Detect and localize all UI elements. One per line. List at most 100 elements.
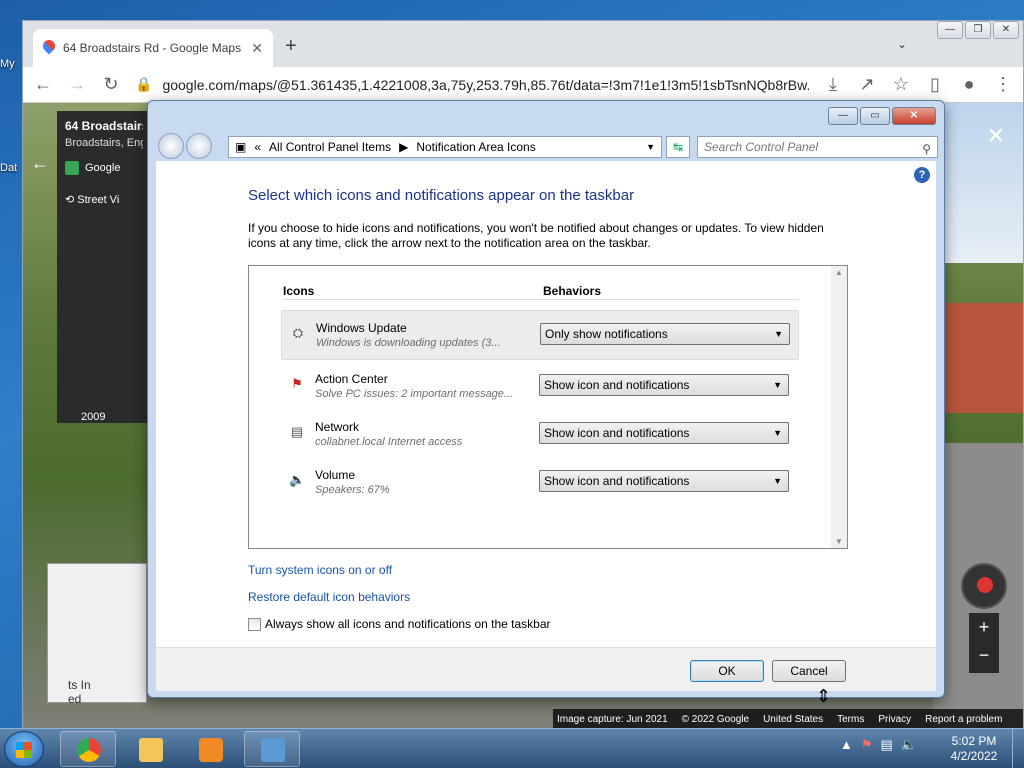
windows-update-icon: ⛭	[292, 325, 304, 340]
close-button[interactable]: ✕	[993, 21, 1019, 39]
menu-icon[interactable]: ⋮	[993, 74, 1013, 95]
action-center-flag-icon[interactable]: ⚑	[861, 737, 873, 753]
list-item[interactable]: ⚑ Action Center Solve PC issues: 2 impor…	[281, 362, 799, 412]
list-item[interactable]: 🔈 Volume Speakers: 67% Show icon and not…	[281, 458, 799, 508]
taskbar-chrome[interactable]	[60, 731, 116, 767]
show-desktop-button[interactable]	[1012, 729, 1024, 768]
always-show-checkbox[interactable]	[248, 617, 261, 631]
breadcrumb-overflow[interactable]: «	[254, 140, 261, 154]
taskbar-media-player[interactable]	[182, 731, 238, 767]
footer-item[interactable]: Terms	[837, 714, 864, 725]
back-arrow-icon[interactable]: ←	[31, 153, 49, 174]
dialog-footer: OK Cancel	[156, 647, 936, 691]
behavior-select[interactable]: Show icon and notifications ▼	[539, 422, 789, 444]
action-center-icon: ⚑	[291, 376, 303, 391]
place-subtitle: Broadstairs, Eng	[65, 137, 143, 149]
behavior-select[interactable]: Show icon and notifications ▼	[539, 470, 789, 492]
tab-close-icon[interactable]: ✕	[251, 40, 263, 57]
minimap-label: ts In ed	[68, 678, 91, 706]
always-show-option[interactable]: Always show all icons and notifications …	[248, 617, 551, 631]
cancel-button[interactable]: Cancel	[772, 660, 846, 682]
browser-tab[interactable]: 64 Broadstairs Rd - Google Maps ✕	[33, 29, 273, 67]
compass-icon[interactable]	[961, 563, 1007, 609]
tab-strip: 64 Broadstairs Rd - Google Maps ✕ + ⌄ — …	[23, 21, 1023, 67]
volume-icon[interactable]: 🔈	[901, 737, 917, 753]
maximize-button[interactable]: ▭	[860, 107, 890, 125]
zoom-in-icon[interactable]: +	[969, 613, 999, 641]
forward-nav-button[interactable]	[186, 133, 212, 159]
taskbar-clock[interactable]: 5:02 PM 4/2/2022	[944, 734, 1004, 764]
google-maps-icon	[65, 161, 79, 175]
taskbar-control-panel[interactable]	[244, 731, 300, 767]
address-breadcrumb[interactable]: ▣ « All Control Panel Items ▶ Notificati…	[228, 136, 662, 158]
list-item[interactable]: ⛭ Windows Update Windows is downloading …	[281, 310, 799, 360]
desktop-icon-label: Dat	[0, 162, 18, 174]
footer-item: Image capture: Jun 2021	[557, 713, 668, 725]
minimize-button[interactable]: —	[937, 21, 963, 39]
desktop-icon-my-computer[interactable]: My	[0, 58, 24, 70]
start-button[interactable]	[4, 731, 44, 767]
lock-icon: 🔒	[135, 76, 153, 92]
turn-system-icons-link[interactable]: Turn system icons on or off	[248, 563, 392, 577]
desktop-icon-data[interactable]: Dat	[0, 162, 24, 174]
notification-area: ▲ ⚑ ▤ 🔈	[840, 737, 917, 753]
scroll-up-icon[interactable]: ▲	[835, 268, 843, 277]
zoom-control[interactable]: + −	[969, 613, 999, 673]
list-item[interactable]: ▤ Network collabnet.local Internet acces…	[281, 410, 799, 460]
dialog-content: ? Select which icons and notifications a…	[156, 161, 936, 647]
item-description: Windows is downloading updates (3...	[316, 337, 501, 349]
page-title: Select which icons and notifications app…	[248, 187, 635, 204]
install-icon[interactable]: ⤓	[823, 74, 843, 95]
scroll-down-icon[interactable]: ▼	[835, 537, 843, 546]
minimap[interactable]: ts In ed	[47, 563, 147, 706]
profile-icon[interactable]: ●	[959, 74, 979, 95]
footer-item[interactable]: Privacy	[878, 714, 911, 725]
tab-search-chevron-icon[interactable]: ⌄	[897, 37, 907, 51]
breadcrumb-current[interactable]: Notification Area Icons	[416, 140, 535, 154]
network-icon[interactable]: ▤	[881, 737, 893, 753]
clock-date: 4/2/2022	[950, 749, 998, 763]
back-icon[interactable]: ←	[33, 74, 53, 95]
footer-item[interactable]: Report a problem	[925, 714, 1002, 725]
share-icon[interactable]: ↗	[857, 74, 877, 95]
item-name: Network	[315, 420, 360, 434]
behavior-select[interactable]: Only show notifications ▼	[540, 323, 790, 345]
item-description: Solve PC issues: 2 important message...	[315, 388, 514, 400]
address-dropdown-icon[interactable]: ▼	[646, 142, 655, 152]
forward-icon[interactable]: →	[67, 74, 87, 95]
house-image	[943, 303, 1023, 413]
restore-defaults-link[interactable]: Restore default icon behaviors	[248, 590, 410, 604]
behavior-select[interactable]: Show icon and notifications ▼	[539, 374, 789, 396]
desktop-icon-label: My	[0, 58, 15, 70]
sidepanel-icon[interactable]: ▯	[925, 74, 945, 95]
behavior-value: Show icon and notifications	[544, 378, 690, 392]
help-icon[interactable]: ?	[914, 167, 930, 183]
breadcrumb-all-items[interactable]: All Control Panel Items	[269, 140, 391, 154]
show-hidden-icons-icon[interactable]: ▲	[840, 737, 853, 753]
search-input[interactable]: Search Control Panel ⚲	[697, 136, 938, 158]
restore-button[interactable]: ❐	[965, 21, 991, 39]
minimize-button[interactable]: —	[828, 107, 858, 125]
back-nav-button[interactable]	[158, 133, 184, 159]
search-placeholder: Search Control Panel	[704, 140, 819, 154]
zoom-out-icon[interactable]: −	[969, 641, 999, 669]
google-link[interactable]: Google	[65, 161, 143, 175]
street-view-history[interactable]: ⟲ Street Vi	[65, 193, 143, 206]
address-bar[interactable]: 🔒 google.com/maps/@51.361435,1.4221008,3…	[135, 71, 809, 99]
volume-icon: 🔈	[289, 472, 306, 487]
page-description: If you choose to hide icons and notifica…	[248, 221, 824, 250]
close-button[interactable]: ✕	[892, 107, 936, 125]
scrollbar[interactable]: ▲ ▼	[831, 266, 847, 548]
star-icon[interactable]: ☆	[891, 74, 911, 95]
taskbar-explorer[interactable]	[122, 731, 178, 767]
column-header-icons: Icons	[283, 284, 315, 298]
chevron-down-icon: ▼	[773, 476, 782, 486]
search-icon[interactable]: ⚲	[922, 139, 931, 159]
ok-button[interactable]: OK	[690, 660, 764, 682]
reload-icon[interactable]: ↻	[101, 74, 121, 95]
place-info-card: 64 Broadstairs Broadstairs, Eng Google ⟲…	[57, 111, 151, 423]
close-street-view-icon[interactable]: ✕	[987, 123, 1005, 149]
new-tab-icon[interactable]: +	[285, 35, 297, 58]
footer-item[interactable]: United States	[763, 714, 823, 725]
refresh-icon[interactable]: ↹	[666, 136, 690, 158]
